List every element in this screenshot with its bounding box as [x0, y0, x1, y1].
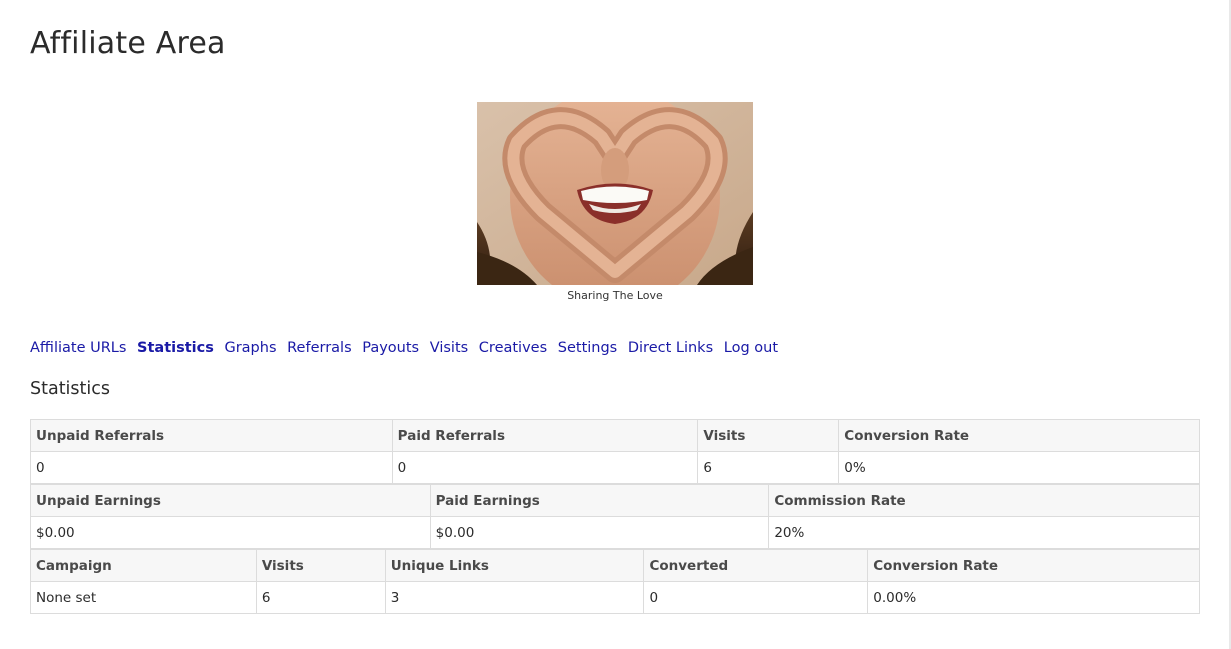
unique-links-value: 3 [384, 581, 645, 614]
converted-value: 0 [643, 581, 869, 614]
column-header: Campaign [30, 549, 257, 582]
banner-figure: Sharing The Love [477, 102, 753, 302]
referral-stats-table: Unpaid Referrals Paid Referrals Visits C… [30, 419, 1200, 484]
paid-earnings-value: $0.00 [429, 516, 770, 549]
column-header: Unpaid Earnings [30, 484, 431, 517]
unpaid-earnings-value: $0.00 [30, 516, 431, 549]
campaign-visits-value: 6 [255, 581, 386, 614]
tab-log-out[interactable]: Log out [724, 340, 778, 356]
tab-graphs[interactable]: Graphs [224, 340, 276, 356]
earnings-stats-table: Unpaid Earnings Paid Earnings Commission… [30, 484, 1200, 549]
table-row: $0.00 $0.00 20% [30, 516, 1200, 549]
column-header: Visits [697, 419, 840, 452]
table-row: 0 0 6 0% [30, 451, 1200, 484]
campaign-value: None set [30, 581, 257, 614]
column-header: Unique Links [384, 549, 645, 582]
column-header: Paid Earnings [429, 484, 770, 517]
section-title: Statistics [30, 379, 110, 399]
tab-creatives[interactable]: Creatives [479, 340, 547, 356]
affiliate-tabs: Affiliate URLs Statistics Graphs Referra… [30, 340, 784, 356]
tab-referrals[interactable]: Referrals [287, 340, 352, 356]
table-header-row: Unpaid Earnings Paid Earnings Commission… [30, 484, 1200, 517]
table-header-row: Unpaid Referrals Paid Referrals Visits C… [30, 419, 1200, 452]
column-header: Paid Referrals [391, 419, 699, 452]
tab-affiliate-urls[interactable]: Affiliate URLs [30, 340, 126, 356]
tab-statistics[interactable]: Statistics [137, 340, 214, 356]
table-header-row: Campaign Visits Unique Links Converted C… [30, 549, 1200, 582]
column-header: Converted [643, 549, 869, 582]
tab-direct-links[interactable]: Direct Links [628, 340, 713, 356]
paid-referrals-value: 0 [391, 451, 699, 484]
visits-value: 6 [697, 451, 840, 484]
conversion-rate-value: 0% [838, 451, 1200, 484]
commission-rate-value: 20% [768, 516, 1200, 549]
campaign-stats-table: Campaign Visits Unique Links Converted C… [30, 549, 1200, 614]
tab-settings[interactable]: Settings [558, 340, 617, 356]
tab-visits[interactable]: Visits [430, 340, 468, 356]
campaign-conversion-rate-value: 0.00% [867, 581, 1200, 614]
banner-image [477, 102, 753, 285]
banner-caption: Sharing The Love [567, 289, 663, 302]
column-header: Unpaid Referrals [30, 419, 393, 452]
tab-payouts[interactable]: Payouts [362, 340, 419, 356]
column-header: Conversion Rate [867, 549, 1200, 582]
unpaid-referrals-value: 0 [30, 451, 393, 484]
affiliate-area-page: Affiliate Area Sharing The Love Affiliat… [0, 0, 1231, 649]
table-row: None set 6 3 0 0.00% [30, 581, 1200, 614]
page-title: Affiliate Area [30, 26, 226, 61]
column-header: Visits [255, 549, 386, 582]
column-header: Conversion Rate [838, 419, 1200, 452]
column-header: Commission Rate [768, 484, 1200, 517]
